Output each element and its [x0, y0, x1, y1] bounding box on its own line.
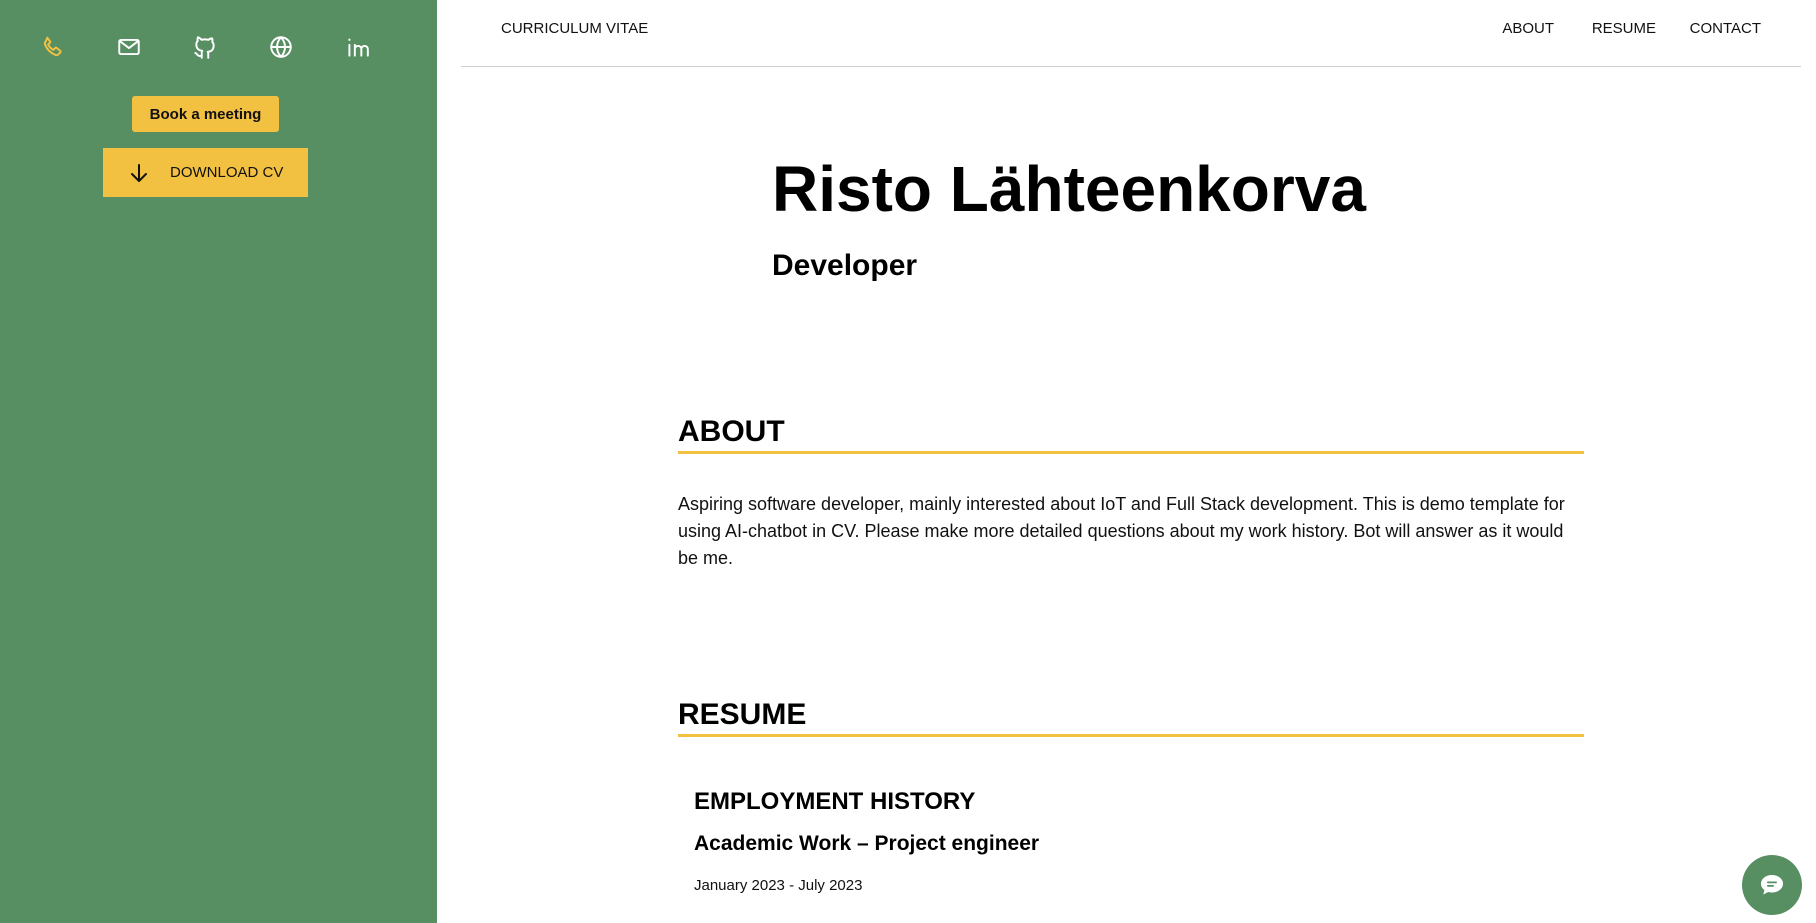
person-role: Developer — [772, 249, 918, 282]
download-cv-label: DOWNLOAD CV — [170, 164, 284, 181]
nav-link-about[interactable]: ABOUT — [1502, 20, 1554, 37]
phone-icon[interactable] — [37, 31, 69, 63]
globe-icon[interactable] — [265, 31, 297, 63]
top-navigation: CURRICULUM VITAE ABOUT RESUME CONTACT — [461, 0, 1801, 67]
chat-button[interactable] — [1742, 855, 1802, 915]
contact-icons — [0, 31, 437, 63]
book-meeting-button[interactable]: Book a meeting — [132, 96, 279, 132]
nav-link-resume[interactable]: RESUME — [1592, 20, 1656, 37]
resume-heading: RESUME — [678, 698, 1584, 737]
brand-title[interactable]: CURRICULUM VITAE — [501, 20, 648, 37]
about-heading: ABOUT — [678, 415, 1584, 454]
sidebar: Book a meeting DOWNLOAD CV — [0, 0, 437, 923]
nav-link-contact[interactable]: CONTACT — [1690, 20, 1761, 37]
github-icon[interactable] — [189, 31, 221, 63]
person-name: Risto Lähteenkorva — [772, 153, 1366, 225]
mail-icon[interactable] — [113, 31, 145, 63]
arrow-down-icon — [131, 164, 147, 182]
linkedin-icon[interactable] — [341, 31, 373, 63]
employment-history-heading: EMPLOYMENT HISTORY — [694, 788, 976, 815]
about-text: Aspiring software developer, mainly inte… — [678, 494, 1565, 568]
job-dates: January 2023 - July 2023 — [694, 877, 863, 894]
chat-bubble-icon — [1761, 875, 1783, 895]
download-cv-button[interactable]: DOWNLOAD CV — [103, 148, 308, 197]
job-title: Academic Work – Project engineer — [694, 832, 1040, 855]
